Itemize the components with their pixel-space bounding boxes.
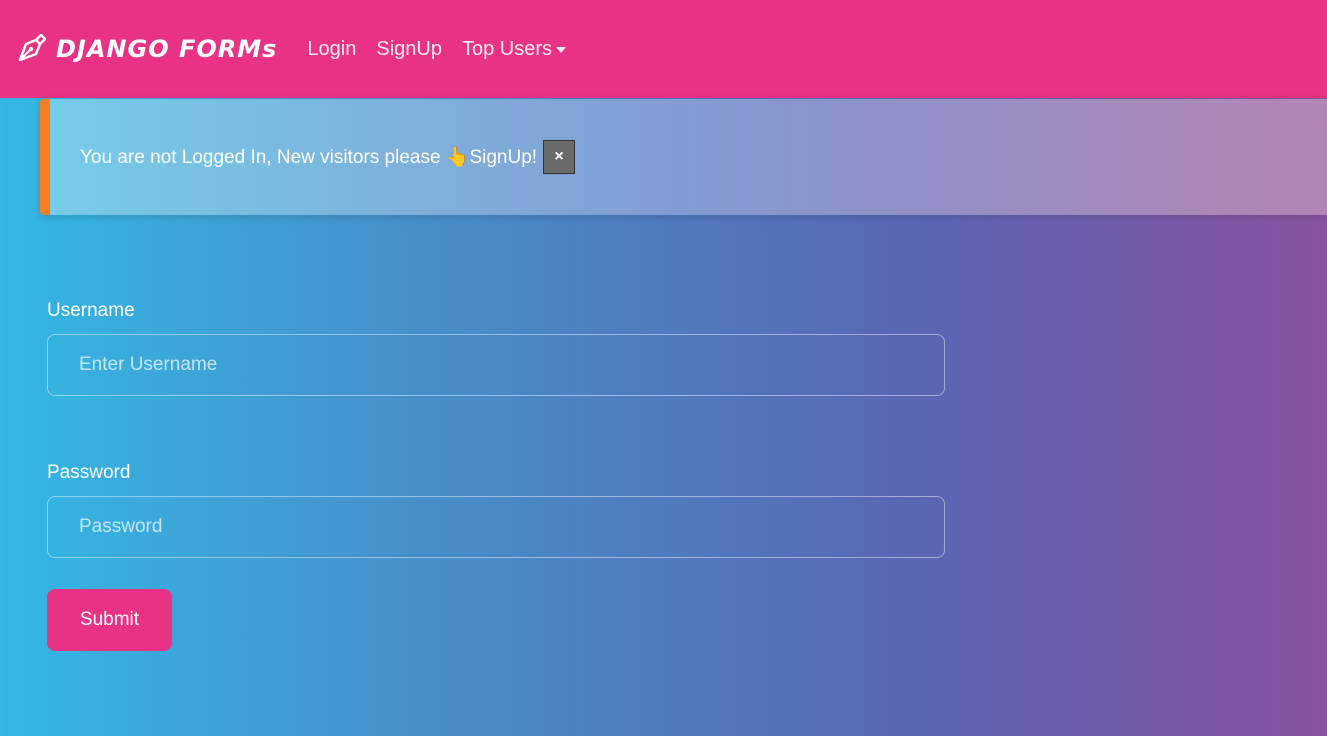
username-input[interactable] bbox=[47, 334, 945, 396]
alert-close-button[interactable]: × bbox=[543, 140, 576, 174]
password-label: Password bbox=[47, 462, 131, 483]
nav-top-users-dropdown[interactable]: Top Users bbox=[462, 38, 566, 61]
submit-button[interactable]: Submit bbox=[47, 589, 172, 651]
login-alert: You are not Logged In, New visitors plea… bbox=[40, 99, 1327, 215]
username-group: Username bbox=[47, 300, 945, 396]
password-input[interactable] bbox=[47, 496, 945, 558]
pen-nib-icon bbox=[16, 33, 47, 64]
nav-links: Login SignUp Top Users bbox=[307, 38, 586, 61]
caret-down-icon bbox=[556, 47, 566, 53]
brand-title: DJANGO FORMs bbox=[56, 35, 278, 63]
username-label: Username bbox=[47, 300, 135, 321]
password-group: Password bbox=[47, 462, 945, 558]
alert-message: You are not Logged In, New visitors plea… bbox=[80, 147, 538, 168]
nav-signup-link[interactable]: SignUp bbox=[376, 38, 442, 61]
brand-link[interactable]: DJANGO FORMs bbox=[16, 33, 278, 64]
top-navbar: DJANGO FORMs Login SignUp Top Users bbox=[0, 0, 1327, 98]
nav-top-users-label: Top Users bbox=[461, 37, 552, 60]
nav-login-link[interactable]: Login bbox=[307, 38, 356, 61]
